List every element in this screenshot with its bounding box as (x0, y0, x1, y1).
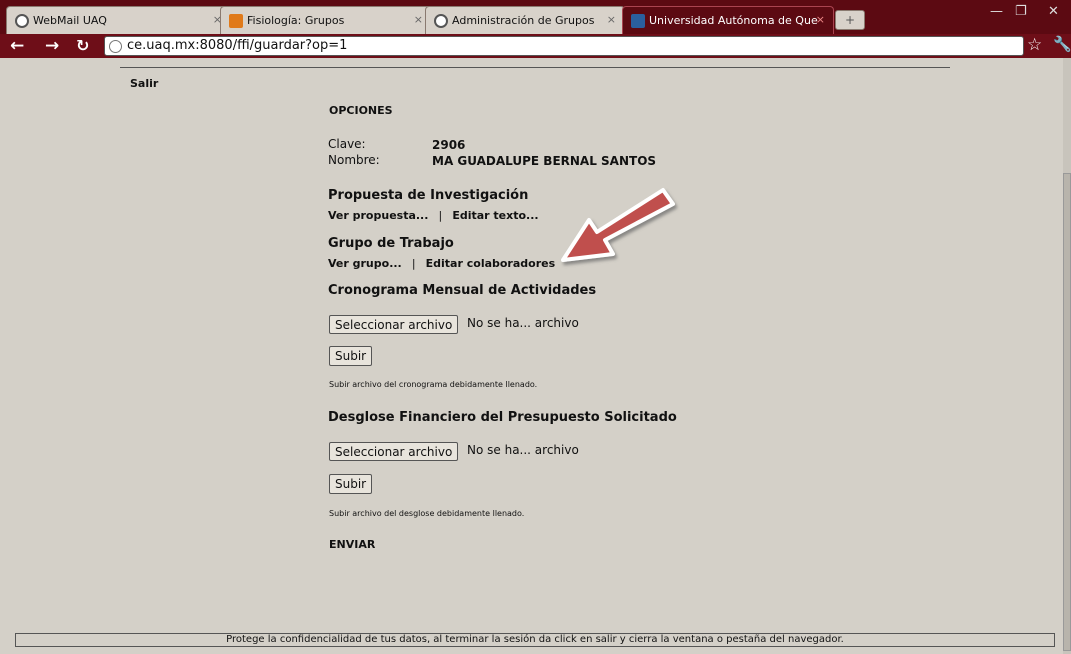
tab-title: Fisiología: Grupos (247, 14, 345, 27)
salir-link[interactable]: Salir (130, 77, 158, 90)
globe-icon (434, 14, 448, 28)
tab-title: Universidad Autónoma de Que (649, 14, 818, 27)
cronograma-subir-button[interactable]: Subir (329, 346, 373, 366)
clave-value: 2906 (432, 138, 466, 152)
tab-universidad[interactable]: Universidad Autónoma de Que × (622, 6, 834, 34)
link-separator: | (438, 209, 443, 222)
url-text: ce.uaq.mx:8080/ffi/guardar?op=1 (127, 38, 348, 53)
address-bar[interactable]: ce.uaq.mx:8080/ffi/guardar?op=1 (104, 36, 1024, 56)
annotation-arrow (561, 188, 675, 262)
moodle-icon (229, 14, 243, 28)
propuesta-title: Propuesta de Investigación (328, 188, 529, 203)
link-separator: | (411, 257, 416, 270)
propuesta-links: Ver propuesta... | Editar texto... (328, 204, 539, 223)
reload-icon[interactable]: ↻ (76, 35, 89, 57)
close-icon[interactable]: × (816, 13, 825, 26)
globe-icon (15, 14, 29, 28)
wrench-menu-icon[interactable]: 🔧 (1053, 35, 1071, 53)
nombre-label: Nombre: (328, 153, 380, 167)
new-tab-button[interactable]: + (835, 10, 865, 30)
back-arrow-icon[interactable]: ← (10, 35, 24, 57)
editar-texto-link[interactable]: Editar texto... (452, 209, 538, 222)
tab-fisiologia[interactable]: Fisiología: Grupos × (220, 6, 432, 34)
desglose-title: Desglose Financiero del Presupuesto Soli… (328, 410, 677, 425)
window-close-icon[interactable]: ✕ (1048, 4, 1059, 19)
scrollbar-thumb[interactable] (1063, 173, 1071, 651)
top-divider (120, 67, 950, 68)
tab-title: WebMail UAQ (33, 14, 107, 27)
maximize-icon[interactable]: ❐ (1015, 4, 1027, 19)
enviar-link[interactable]: ENVIAR (329, 538, 375, 551)
cronograma-help: Subir archivo del cronograma debidamente… (329, 380, 538, 389)
browser-tab-bar: WebMail UAQ × Fisiología: Grupos × Admin… (0, 0, 1071, 34)
page-globe-icon (109, 40, 122, 53)
page-content: Salir OPCIONES Clave: 2906 Nombre: MA GU… (0, 58, 1063, 654)
vertical-scrollbar[interactable] (1063, 58, 1071, 654)
tab-administracion[interactable]: Administración de Grupos × (425, 6, 625, 34)
cronograma-file-status: No se ha... archivo (467, 316, 579, 330)
cronograma-file-button[interactable]: Seleccionar archivo (329, 315, 459, 334)
desglose-file-status: No se ha... archivo (467, 443, 579, 457)
browser-toolbar: ← → ↻ ce.uaq.mx:8080/ffi/guardar?op=1 ☆ … (0, 34, 1071, 58)
privacy-footer: Protege la confidencialidad de tus datos… (15, 633, 1055, 647)
ver-grupo-link[interactable]: Ver grupo... (328, 257, 402, 270)
close-icon[interactable]: × (414, 13, 423, 26)
grupo-links: Ver grupo... | Editar colaboradores (328, 252, 555, 271)
desglose-file-button[interactable]: Seleccionar archivo (329, 442, 459, 461)
clave-label: Clave: (328, 137, 366, 151)
tab-title: Administración de Grupos (452, 14, 595, 27)
close-icon[interactable]: × (607, 13, 616, 26)
opciones-heading: OPCIONES (329, 104, 393, 117)
grupo-title: Grupo de Trabajo (328, 236, 454, 251)
forward-arrow-icon[interactable]: → (45, 35, 59, 57)
tab-webmail[interactable]: WebMail UAQ × (6, 6, 231, 34)
university-icon (631, 14, 645, 28)
desglose-subir-button[interactable]: Subir (329, 474, 373, 494)
cronograma-title: Cronograma Mensual de Actividades (328, 283, 597, 298)
bookmark-star-icon[interactable]: ☆ (1027, 35, 1042, 55)
minimize-icon[interactable]: — (990, 4, 1003, 19)
editar-colaboradores-link[interactable]: Editar colaboradores (426, 257, 556, 270)
ver-propuesta-link[interactable]: Ver propuesta... (328, 209, 428, 222)
nombre-value: MA GUADALUPE BERNAL SANTOS (432, 154, 657, 168)
desglose-help: Subir archivo del desglose debidamente l… (329, 509, 525, 518)
